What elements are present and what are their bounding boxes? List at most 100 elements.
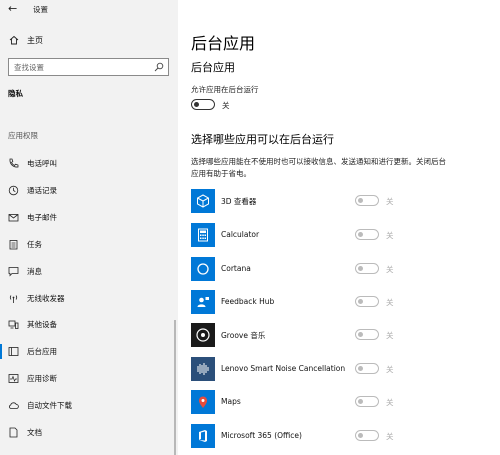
section-privacy: 隐私 <box>8 89 23 98</box>
toggle-knob <box>358 331 363 337</box>
phone-icon <box>9 158 19 168</box>
app-name: Groove 音乐 <box>221 331 266 340</box>
app-toggle[interactable] <box>355 329 379 340</box>
sidebar-item-label: 其他设备 <box>27 320 57 329</box>
sidebar-item-label: 电话呼叫 <box>27 159 57 168</box>
app-name: Microsoft 365 (Office) <box>221 431 302 440</box>
app-tile <box>191 290 215 314</box>
app-row-cortana: Cortana 关 <box>191 257 491 283</box>
office-icon <box>199 430 207 442</box>
app-tile <box>191 257 215 281</box>
app-name: 3D 查看器 <box>221 197 257 206</box>
app-tile <box>191 357 215 381</box>
app-toggle[interactable] <box>355 396 379 407</box>
back-arrow-icon[interactable]: ← <box>8 2 17 15</box>
sidebar-item-label: 后台应用 <box>27 347 57 356</box>
sidebar-item-documents[interactable]: 文档 <box>0 422 178 444</box>
sidebar-item-call-history[interactable]: 通话记录 <box>0 180 178 202</box>
search-icon <box>154 62 164 72</box>
sidebar-item-label: 电子邮件 <box>27 213 57 222</box>
app-row-lenovo-noise: Lenovo Smart Noise Cancellation 关 <box>191 357 491 383</box>
app-toggle[interactable] <box>355 229 379 240</box>
toggle-knob <box>358 298 363 304</box>
app-name: Lenovo Smart Noise Cancellation <box>221 364 346 373</box>
app-toggle-state: 关 <box>386 398 394 407</box>
sidebar-item-label: 主页 <box>27 36 43 45</box>
sidebar-item-other-devices[interactable]: 其他设备 <box>0 314 178 336</box>
app-name: Cortana <box>221 264 251 273</box>
sidebar-item-home[interactable]: 主页 <box>0 31 178 51</box>
sidebar-item-label: 应用诊断 <box>27 374 57 383</box>
app-row-3d-viewer: 3D 查看器 关 <box>191 189 491 215</box>
background-apps-icon <box>8 347 19 356</box>
toggle-knob <box>358 197 363 203</box>
app-toggle-state: 关 <box>386 432 394 441</box>
app-row-groove-music: Groove 音乐 关 <box>191 323 491 349</box>
app-toggle[interactable] <box>355 363 379 374</box>
main-content: 后台应用 后台应用 允许应用在后台运行 关 选择哪些应用可以在后台运行 选择哪些… <box>178 0 500 455</box>
cortana-icon <box>197 263 209 275</box>
sidebar-item-radios[interactable]: 无线收发器 <box>0 288 178 310</box>
map-pin-icon <box>199 396 207 408</box>
app-toggle-state: 关 <box>386 197 394 206</box>
toggle-knob <box>358 365 363 371</box>
waveform-icon <box>197 363 209 375</box>
mail-icon <box>8 214 19 222</box>
sidebar-item-label: 任务 <box>27 240 42 249</box>
sidebar-item-label: 消息 <box>27 267 42 276</box>
cloud-icon <box>9 402 19 409</box>
app-row-feedback-hub: Feedback Hub 关 <box>191 290 491 316</box>
toggle-knob <box>358 231 363 237</box>
radio-icon <box>9 295 18 303</box>
toggle-knob <box>358 432 363 438</box>
sidebar-item-label: 自动文件下载 <box>27 401 72 410</box>
groove-icon <box>196 328 210 342</box>
app-tile <box>191 424 215 448</box>
app-row-maps: Maps 关 <box>191 390 491 416</box>
message-icon <box>8 267 19 277</box>
choose-apps-heading: 选择哪些应用可以在后台运行 <box>191 133 334 146</box>
sidebar-item-label: 无线收发器 <box>27 294 65 303</box>
app-tile <box>191 390 215 414</box>
app-name: Calculator <box>221 230 260 239</box>
app-toggle-state: 关 <box>386 365 394 374</box>
app-toggle[interactable] <box>355 263 379 274</box>
section-subtitle: 后台应用 <box>191 61 235 74</box>
app-toggle-state: 关 <box>386 231 394 240</box>
sidebar-item-background-apps[interactable]: 后台应用 <box>0 341 178 363</box>
app-name: Feedback Hub <box>221 297 275 306</box>
sidebar-item-auto-downloads[interactable]: 自动文件下载 <box>0 395 178 417</box>
sidebar-item-messaging[interactable]: 消息 <box>0 261 178 283</box>
app-toggle[interactable] <box>355 296 379 307</box>
sidebar: ← 设置 主页 查找设置 隐私 应用权限 电话呼叫 通话记录 电子邮件 任务 消… <box>0 0 178 455</box>
app-row-microsoft-365: Microsoft 365 (Office) 关 <box>191 424 491 450</box>
search-placeholder: 查找设置 <box>14 63 44 72</box>
toggle-knob <box>358 265 363 271</box>
allow-background-state: 关 <box>222 101 230 110</box>
page-title: 后台应用 <box>191 34 256 53</box>
cube-icon <box>197 194 209 208</box>
calculator-icon <box>198 228 208 242</box>
toggle-knob <box>194 101 199 107</box>
app-toggle[interactable] <box>355 430 379 441</box>
document-icon <box>9 427 18 438</box>
app-toggle[interactable] <box>355 195 379 206</box>
diagnostics-icon <box>8 374 19 383</box>
sidebar-item-phone-calls[interactable]: 电话呼叫 <box>0 153 178 175</box>
home-icon <box>9 35 19 45</box>
app-toggle-state: 关 <box>386 265 394 274</box>
choose-apps-description: 选择哪些应用能在不使用时也可以接收信息、发送通知和进行更新。关闭后台应用有助于省… <box>191 157 446 178</box>
sidebar-item-tasks[interactable]: 任务 <box>0 234 178 256</box>
title-bar: ← 设置 <box>0 0 178 20</box>
app-tile <box>191 323 215 347</box>
sidebar-item-label: 通话记录 <box>27 186 57 195</box>
sidebar-scrollbar[interactable] <box>174 320 176 455</box>
search-input[interactable]: 查找设置 <box>8 58 169 76</box>
allow-background-toggle[interactable] <box>191 99 215 110</box>
tasks-icon <box>9 240 18 250</box>
sidebar-item-email[interactable]: 电子邮件 <box>0 207 178 229</box>
sidebar-item-app-diagnostics[interactable]: 应用诊断 <box>0 368 178 390</box>
toggle-knob <box>358 398 363 404</box>
app-name: Maps <box>221 397 241 406</box>
window-title: 设置 <box>33 5 48 14</box>
